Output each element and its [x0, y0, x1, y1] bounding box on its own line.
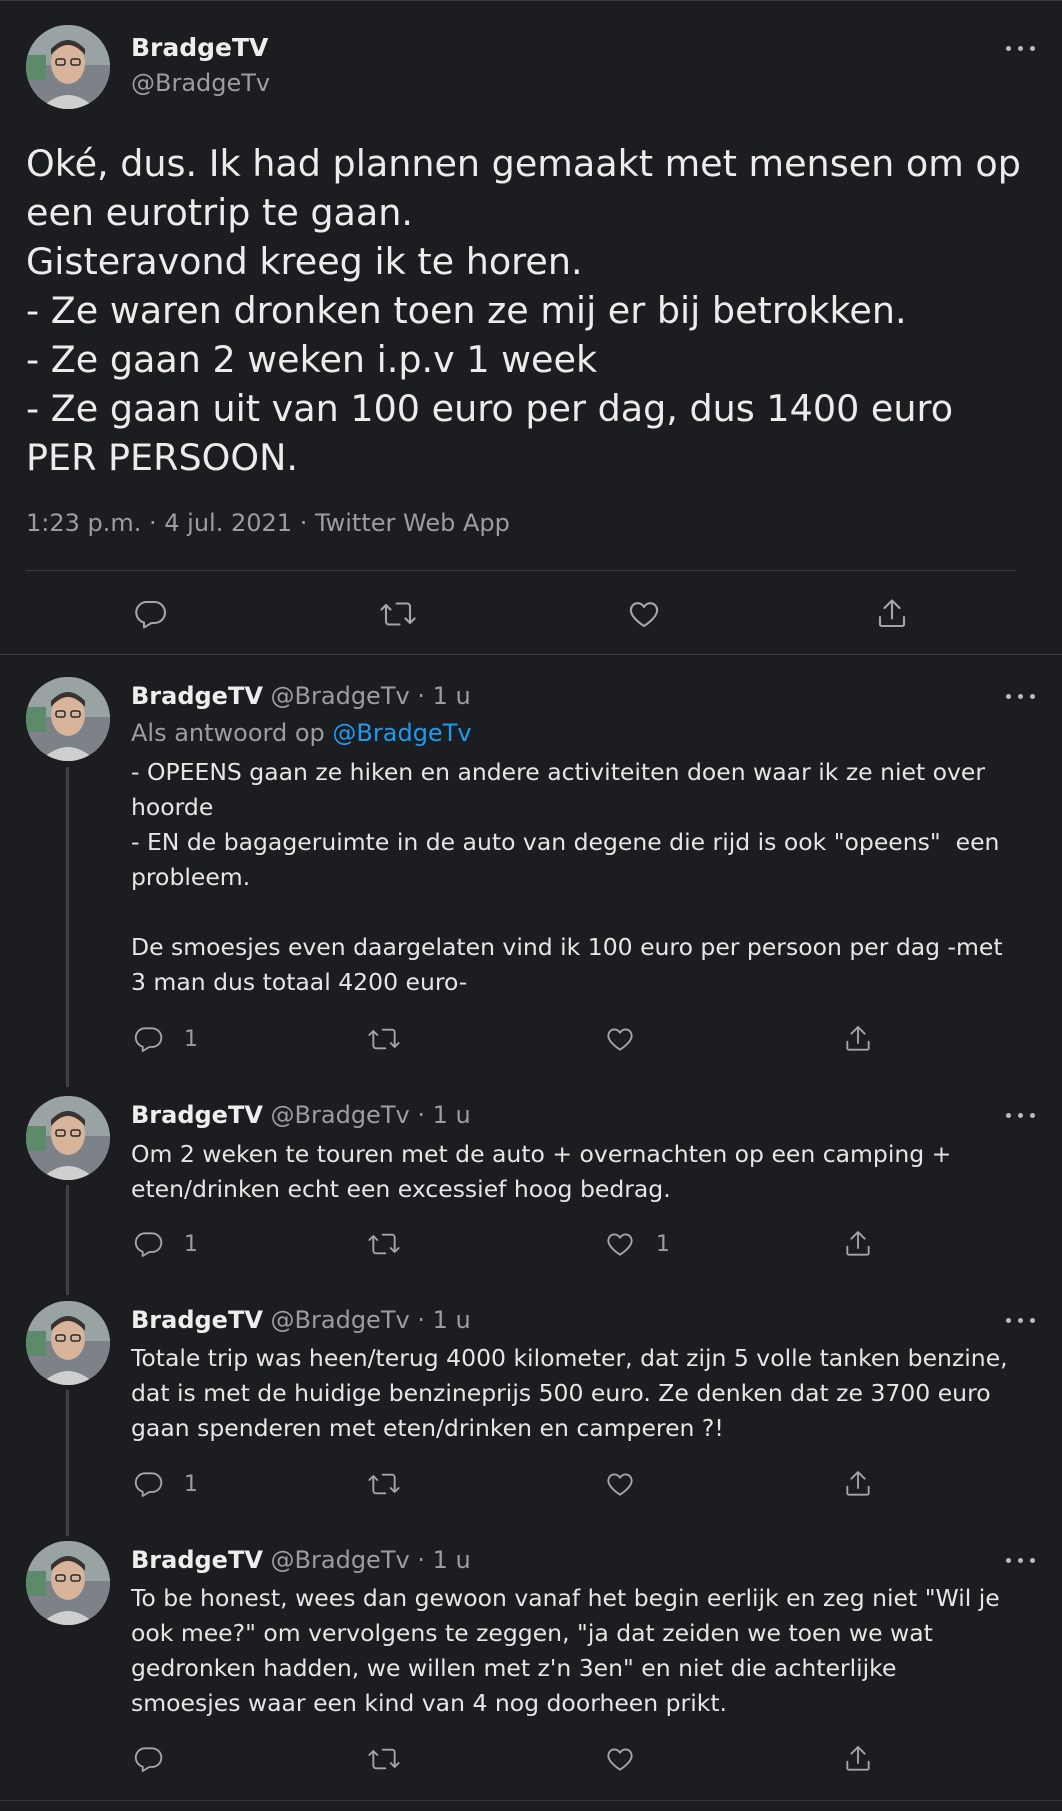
reply-icon	[134, 1232, 163, 1257]
like-icon	[607, 1233, 633, 1256]
retweet-button[interactable]	[366, 1739, 402, 1779]
avatar[interactable]	[26, 1096, 110, 1180]
like-icon	[607, 1748, 633, 1771]
retweet-button[interactable]	[366, 1019, 402, 1059]
more-icon[interactable]	[1006, 1555, 1036, 1565]
reply-text: To be honest, wees dan gewoon vanaf het …	[131, 1584, 1008, 1717]
like-button[interactable]	[604, 1739, 656, 1779]
like-icon	[629, 602, 659, 628]
reply-text: Om 2 weken te touren met de auto + overn…	[131, 1140, 959, 1203]
like-count: 1	[656, 1231, 670, 1257]
retweet-icon	[368, 1233, 400, 1255]
retweet-icon	[380, 602, 416, 626]
handle-time[interactable]: @BradgeTv · 1 u	[271, 1306, 471, 1334]
avatar[interactable]	[26, 1301, 110, 1385]
share-icon	[846, 1471, 870, 1496]
avatar[interactable]	[26, 677, 110, 761]
display-name[interactable]: BradgeTV	[131, 33, 268, 62]
divider	[0, 654, 1062, 655]
retweet-icon	[368, 1473, 400, 1495]
share-button[interactable]	[874, 594, 910, 634]
more-icon[interactable]	[1006, 43, 1036, 53]
display-name[interactable]: BradgeTV	[131, 682, 263, 710]
like-icon	[607, 1473, 633, 1496]
reply-to: Als antwoord op @BradgeTv	[131, 719, 472, 747]
handle-time[interactable]: @BradgeTv · 1 u	[271, 1101, 471, 1129]
reply-text: Totale trip was heen/terug 4000 kilomete…	[131, 1344, 1016, 1442]
reply-header: BradgeTV @BradgeTv · 1 u	[131, 1306, 471, 1334]
reply-actions: 1	[0, 1019, 1062, 1059]
display-name[interactable]: BradgeTV	[131, 1546, 263, 1574]
reply-count: 1	[184, 1471, 198, 1497]
reply-icon	[134, 1472, 163, 1497]
like-button[interactable]: 1	[604, 1224, 670, 1264]
like-button[interactable]	[604, 1019, 656, 1059]
more-icon[interactable]	[1006, 1110, 1036, 1120]
divider	[0, 1800, 1062, 1801]
more-icon[interactable]	[1006, 691, 1036, 701]
avatar[interactable]	[26, 1541, 110, 1625]
reply-count: 1	[184, 1231, 198, 1257]
avatar[interactable]	[26, 25, 110, 109]
tweet-text: Oké, dus. Ik had plannen gemaakt met men…	[26, 142, 1021, 479]
reply-to-link[interactable]: @BradgeTv	[332, 719, 471, 747]
reply-button[interactable]	[132, 1739, 184, 1779]
reply-to-label: Als antwoord op	[131, 719, 325, 747]
reply-actions: 1 1	[0, 1224, 1062, 1264]
display-name[interactable]: BradgeTV	[131, 1101, 263, 1129]
reply-actions	[0, 1739, 1062, 1779]
tweet-actions	[0, 594, 1062, 634]
more-icon[interactable]	[1006, 1315, 1036, 1325]
tweet-thread: BradgeTV @BradgeTv Oké, dus. Ik had plan…	[0, 0, 1062, 1811]
reply-icon	[134, 1027, 163, 1052]
reply-header: BradgeTV @BradgeTv · 1 u	[131, 1101, 471, 1129]
retweet-button[interactable]	[366, 1224, 402, 1264]
reply-count: 1	[184, 1026, 198, 1052]
reply-button[interactable]: 1	[132, 1464, 198, 1504]
thread-line	[66, 1390, 69, 1536]
reply-text: - OPEENS gaan ze hiken en andere activit…	[131, 758, 1003, 996]
reply-icon	[135, 600, 166, 629]
retweet-button[interactable]	[366, 1464, 402, 1504]
share-icon	[878, 599, 906, 628]
share-button[interactable]	[842, 1019, 874, 1059]
share-button[interactable]	[842, 1464, 874, 1504]
retweet-button[interactable]	[378, 594, 418, 634]
tweet-timestamp[interactable]: 1:23 p.m. · 4 jul. 2021 · Twitter Web Ap…	[26, 509, 510, 537]
divider	[26, 570, 1016, 571]
share-icon	[846, 1746, 870, 1771]
handle-time[interactable]: @BradgeTv · 1 u	[271, 1546, 471, 1574]
share-button[interactable]	[842, 1739, 874, 1779]
reply-actions: 1	[0, 1464, 1062, 1504]
retweet-icon	[368, 1028, 400, 1050]
retweet-icon	[368, 1748, 400, 1770]
reply-icon	[134, 1747, 163, 1772]
share-icon	[846, 1026, 870, 1051]
like-button[interactable]	[626, 594, 662, 634]
reply-button[interactable]: 1	[132, 1224, 198, 1264]
handle-time[interactable]: @BradgeTv · 1 u	[271, 682, 471, 710]
reply-header: BradgeTV @BradgeTv · 1 u	[131, 1546, 471, 1574]
like-icon	[607, 1028, 633, 1051]
reply-button[interactable]: 1	[132, 1019, 198, 1059]
like-button[interactable]	[604, 1464, 656, 1504]
share-button[interactable]	[842, 1224, 874, 1264]
display-name[interactable]: BradgeTV	[131, 1306, 263, 1334]
handle[interactable]: @BradgeTv	[131, 69, 270, 97]
reply-header: BradgeTV @BradgeTv · 1 u	[131, 682, 471, 710]
share-icon	[846, 1231, 870, 1256]
reply-button[interactable]	[132, 594, 168, 634]
